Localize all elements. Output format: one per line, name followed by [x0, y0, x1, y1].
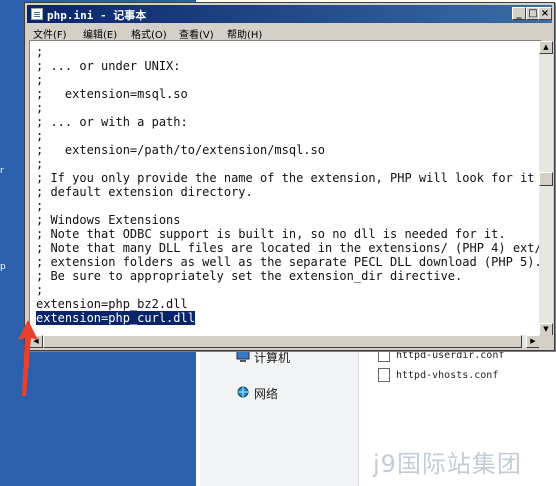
text-line: ;: [36, 199, 44, 213]
menu-edit[interactable]: 编辑(E): [83, 26, 117, 41]
vertical-scroll-thumb[interactable]: [539, 172, 553, 186]
resize-grip[interactable]: [539, 335, 553, 348]
text-line: ;: [36, 73, 44, 87]
file-icon: [378, 368, 390, 382]
nav-item-network[interactable]: 网络: [254, 385, 278, 402]
file-name: httpd-userdir.conf: [396, 350, 505, 361]
text-line: ; ... or with a path:: [36, 115, 188, 129]
desktop-edge-mark: p: [0, 262, 6, 272]
nav-item-computer[interactable]: 计算机: [254, 349, 290, 366]
menu-format[interactable]: 格式(O): [131, 26, 167, 41]
selected-text-line: extension=php_curl.dll: [36, 311, 195, 325]
selected-text: extension=php_curl.dll: [36, 311, 195, 325]
text-line: ;: [36, 283, 44, 297]
text-line: ;: [36, 101, 44, 115]
minimize-button[interactable]: _: [512, 7, 526, 20]
scroll-up-button[interactable]: ▲: [539, 41, 553, 54]
text-editor[interactable]: ; ; ... or under UNIX: ; ; extension=msq…: [29, 40, 542, 337]
red-arrow-annotation: [18, 320, 38, 396]
file-item[interactable]: httpd-vhosts.conf: [378, 368, 498, 384]
computer-icon: [236, 350, 250, 362]
arrow-shape: [18, 320, 38, 396]
horizontal-scroll-thumb[interactable]: [43, 335, 522, 348]
menu-file[interactable]: 文件(F): [33, 26, 67, 41]
menu-bar: 文件(F) 编辑(E) 格式(O) 查看(V) 帮助(H): [27, 24, 552, 41]
network-icon: [237, 386, 249, 398]
text-line: ;: [36, 157, 44, 171]
text-line: ; extension=msql.so: [36, 87, 188, 101]
watermark: j9国际站集团: [373, 450, 522, 478]
menu-view[interactable]: 查看(V): [179, 26, 214, 41]
scroll-right-button[interactable]: ▶: [526, 335, 540, 348]
text-line: ; If you only provide the name of the ex…: [36, 171, 542, 185]
text-line: ; Windows Extensions: [36, 213, 181, 227]
text-line: ; ... or under UNIX:: [36, 59, 181, 73]
close-button[interactable]: ×: [538, 7, 552, 20]
text-line: ; Note that ODBC support is built in, so…: [36, 227, 506, 241]
window-title: php.ini - 记事本: [47, 9, 147, 22]
text-line: ;: [36, 129, 44, 143]
file-name: httpd-vhosts.conf: [396, 370, 499, 381]
notepad-window: php.ini - 记事本 _ □ × 文件(F) 编辑(E) 格式(O) 查看…: [24, 2, 555, 351]
text-line: ; default extension directory.: [36, 185, 253, 199]
text-line: ; extension folders as well as the separ…: [36, 255, 542, 269]
title-bar[interactable]: php.ini - 记事本 _ □ ×: [27, 5, 552, 23]
text-line: ; Be sure to appropriately set the exten…: [36, 269, 463, 283]
vertical-scrollbar[interactable]: ▲ ▼: [539, 41, 553, 336]
text-line: ; Note that many DLL files are located i…: [36, 241, 542, 255]
text-line: extension=php_bz2.dll: [36, 297, 188, 311]
notepad-app-icon: [31, 8, 43, 20]
text-line: ; extension=/path/to/extension/msql.so: [36, 143, 325, 157]
menu-help[interactable]: 帮助(H): [227, 26, 262, 41]
desktop-edge-mark: r: [0, 166, 4, 176]
text-line: ;: [36, 45, 44, 59]
horizontal-scrollbar[interactable]: ◀ ▶: [29, 335, 540, 348]
